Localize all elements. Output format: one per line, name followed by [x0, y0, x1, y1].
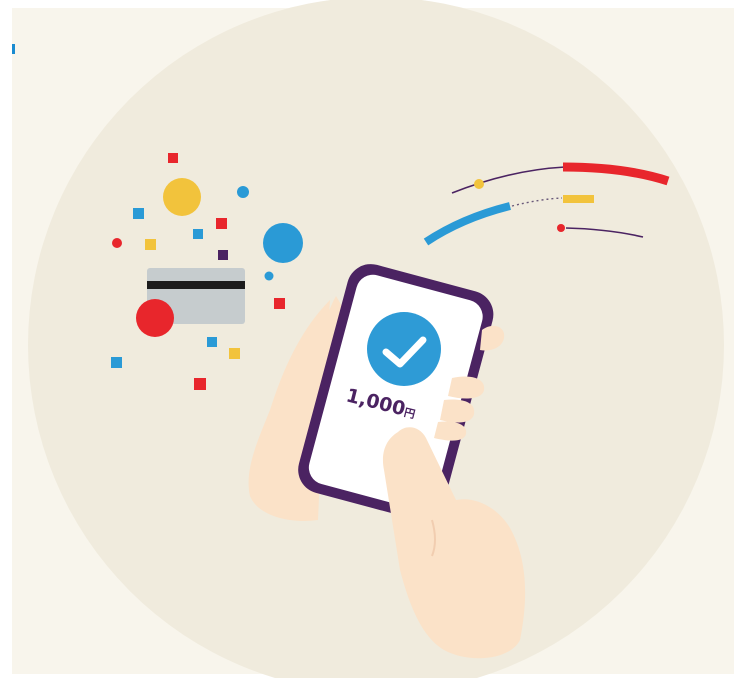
confetti-square: [274, 298, 285, 309]
payment-success-badge: [367, 312, 441, 386]
motion-dot-red: [557, 224, 565, 232]
confetti-dot: [263, 223, 303, 263]
confetti-square: [207, 337, 217, 347]
confetti-square: [168, 153, 178, 163]
motion-dash-yellow: [563, 195, 594, 203]
confetti-dot: [237, 186, 249, 198]
edge-mark: [12, 44, 15, 54]
confetti-dot: [163, 178, 201, 216]
confetti-square: [218, 250, 228, 260]
card-stripe: [147, 281, 245, 289]
card-red-dot: [136, 299, 174, 337]
confetti-square: [193, 229, 203, 239]
confetti-square: [229, 348, 240, 359]
confetti-square: [194, 378, 206, 390]
finger: [448, 376, 485, 399]
confetti-dot: [112, 238, 122, 248]
confetti-square: [216, 218, 227, 229]
confetti-square: [133, 208, 144, 219]
check-badge-circle: [367, 312, 441, 386]
confetti-dot: [264, 271, 274, 281]
mobile-payment-illustration: 1,000 円: [12, 0, 724, 678]
confetti-square: [145, 239, 156, 250]
confetti-square: [111, 357, 122, 368]
motion-dot-yellow: [474, 179, 484, 189]
